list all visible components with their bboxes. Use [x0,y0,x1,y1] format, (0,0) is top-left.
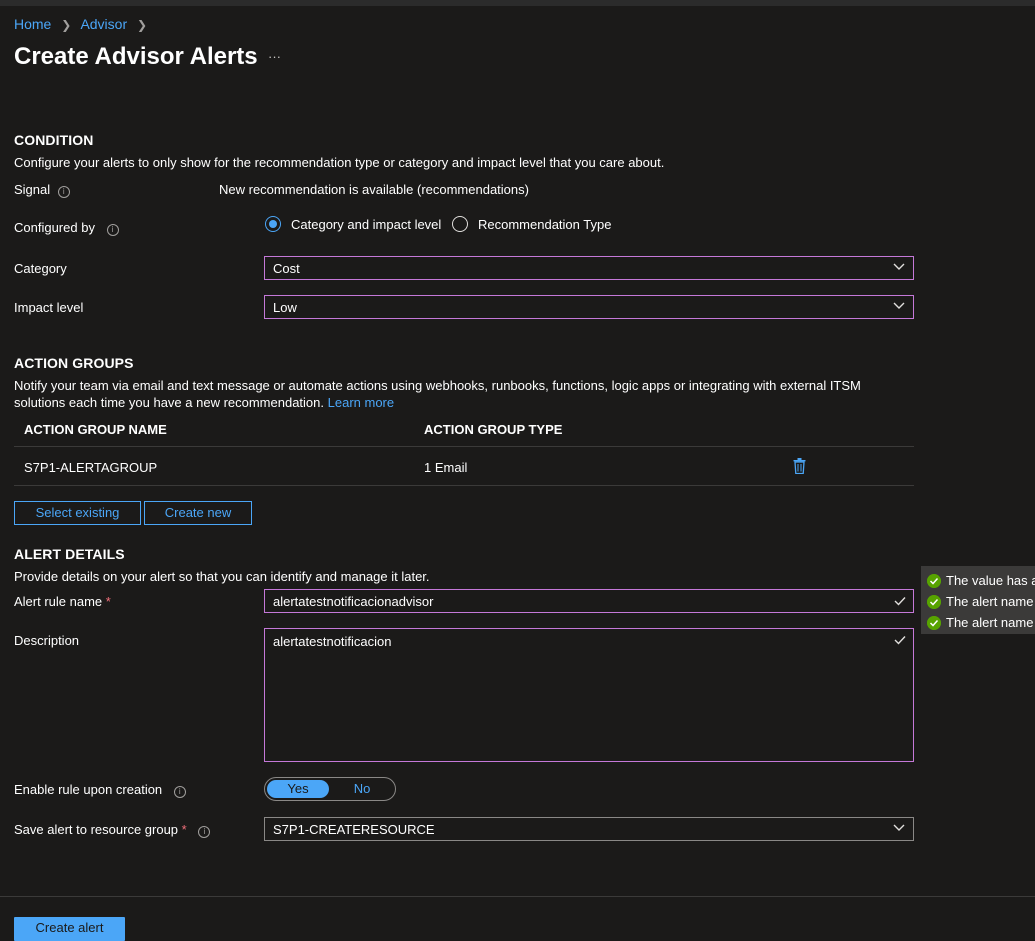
footer-divider [0,896,1035,897]
signal-label-text: Signal [14,182,51,197]
chevron-down-icon [893,263,905,270]
breadcrumb: Home ❯ Advisor ❯ [14,16,147,32]
table-divider [14,446,914,447]
create-alert-button[interactable]: Create alert [14,917,125,941]
alert-rule-name-value: alertatestnotificacionadvisor [273,594,434,609]
toggle-no-option[interactable]: No [331,780,393,798]
info-icon[interactable]: i [198,826,211,838]
resource-group-label-text: Save alert to resource group [14,822,179,837]
page-title: Create Advisor Alerts [14,43,258,70]
action-group-name-cell: S7P1-ALERTAGROUP [24,460,158,475]
more-options-button[interactable]: ··· [268,49,281,64]
required-indicator: * [105,594,111,609]
configured-by-label-text: Configured by [14,220,95,235]
required-indicator: * [181,822,187,837]
impact-level-label: Impact level [14,300,84,315]
delete-icon[interactable] [793,458,806,474]
alert-rule-name-label-text: Alert rule name [14,594,103,609]
category-dropdown-value: Cost [273,261,300,276]
alert-rule-name-input[interactable]: alertatestnotificacionadvisor [264,589,914,613]
info-icon[interactable]: i [106,224,119,236]
column-header-type: ACTION GROUP TYPE [424,422,563,437]
learn-more-link[interactable]: Learn more [328,395,394,410]
validation-tooltip: The value has a The alert name The alert… [921,566,1035,634]
create-new-button[interactable]: Create new [144,501,252,525]
description-label: Description [14,633,80,648]
enable-rule-label-text: Enable rule upon creation [14,782,163,797]
alert-details-description: Provide details on your alert so that yo… [14,569,430,584]
action-group-type-cell: 1 Email [424,460,468,475]
condition-description: Configure your alerts to only show for t… [14,155,665,170]
checkmark-icon [894,597,906,606]
action-groups-description-text: solutions each time you have a new recom… [14,395,325,410]
success-check-icon [927,574,941,588]
impact-level-dropdown-value: Low [273,300,297,315]
category-dropdown[interactable]: Cost [264,256,914,280]
action-groups-description-line1: Notify your team via email and text mess… [14,378,861,393]
radio-category-impact-label[interactable]: Category and impact level [291,217,441,232]
signal-value: New recommendation is available (recomme… [219,182,529,197]
validation-text: The value has a [946,573,1035,588]
validation-text: The alert name [946,594,1034,609]
chevron-down-icon [893,302,905,309]
enable-rule-toggle[interactable]: Yes No [264,777,396,801]
select-existing-button[interactable]: Select existing [14,501,141,525]
action-groups-heading: ACTION GROUPS [14,355,134,371]
signal-label: Signal i [14,182,70,198]
top-bar [0,0,1035,6]
action-groups-description-line2: solutions each time you have a new recom… [14,395,394,410]
toggle-yes-option[interactable]: Yes [267,780,329,798]
condition-heading: CONDITION [14,132,94,148]
breadcrumb-home-link[interactable]: Home [14,16,51,32]
alert-details-heading: ALERT DETAILS [14,546,125,562]
radio-recommendation-type[interactable] [452,216,468,232]
breadcrumb-advisor-link[interactable]: Advisor [80,16,127,32]
configured-by-label: Configured by i [14,220,119,236]
chevron-right-icon: ❯ [137,18,148,32]
info-icon[interactable]: i [173,786,186,798]
description-textarea[interactable]: alertatestnotificacion [264,628,914,762]
table-divider [14,485,914,486]
enable-rule-label: Enable rule upon creation i [14,782,186,798]
validation-text: The alert name [946,615,1034,630]
radio-category-impact[interactable] [265,216,281,232]
success-check-icon [927,616,941,630]
resource-group-label: Save alert to resource group * i [14,822,211,838]
success-check-icon [927,595,941,609]
checkmark-icon [894,636,906,645]
info-icon[interactable]: i [57,186,70,198]
description-value: alertatestnotificacion [273,634,392,649]
impact-level-dropdown[interactable]: Low [264,295,914,319]
radio-recommendation-type-label[interactable]: Recommendation Type [478,217,611,232]
category-label: Category [14,261,67,276]
chevron-down-icon [893,824,905,831]
chevron-right-icon: ❯ [61,18,72,32]
resource-group-dropdown[interactable]: S7P1-CREATERESOURCE [264,817,914,841]
resource-group-value: S7P1-CREATERESOURCE [273,822,435,837]
column-header-name: ACTION GROUP NAME [24,422,167,437]
alert-rule-name-label: Alert rule name * [14,594,111,609]
